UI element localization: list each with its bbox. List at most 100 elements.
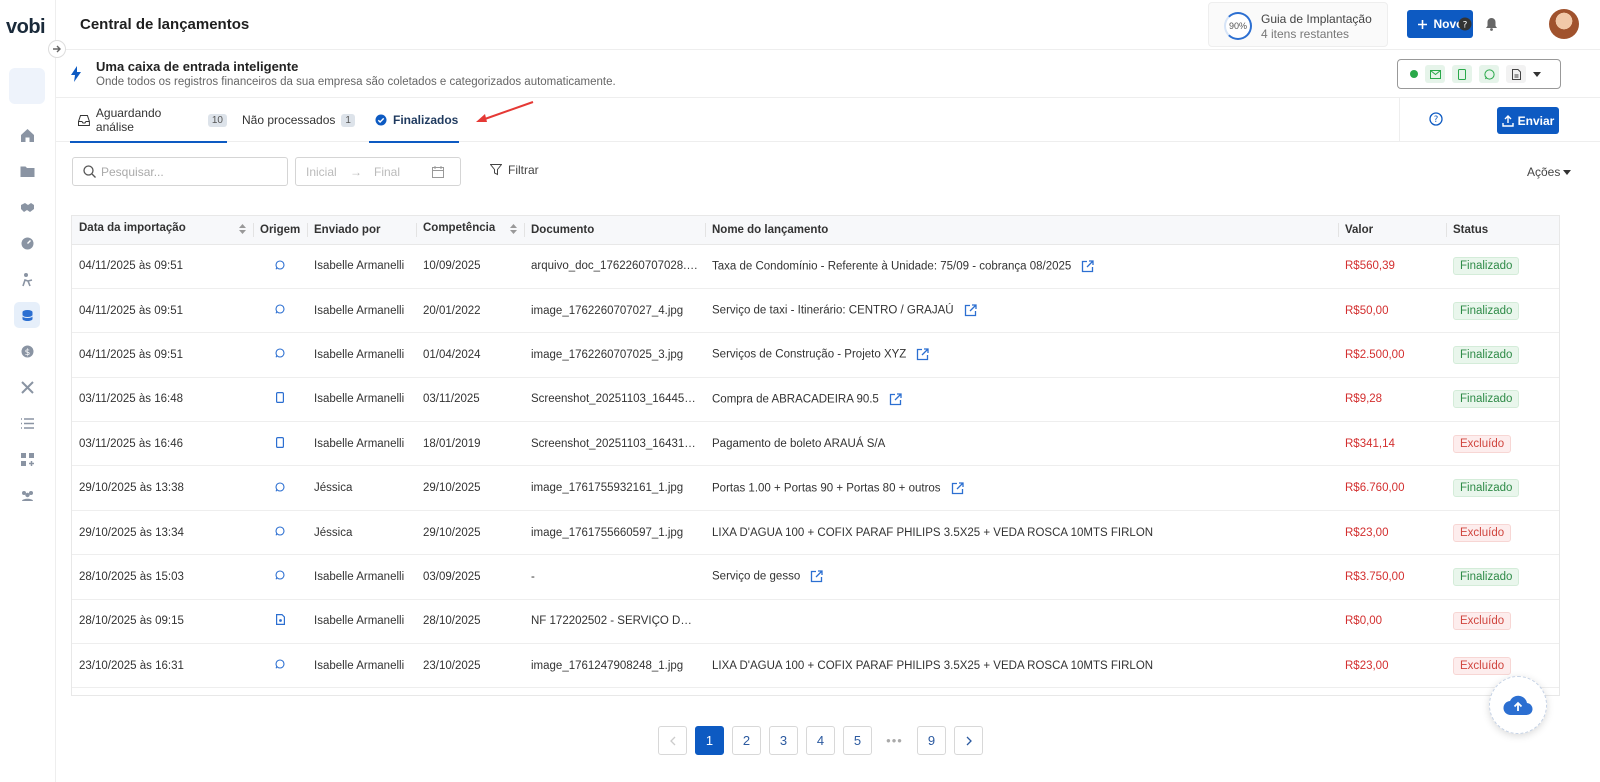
tab-finalized[interactable]: Finalizados — [369, 98, 459, 143]
svg-text:$: $ — [24, 348, 30, 358]
cell-document[interactable]: image_1761755932161_1.jpg — [524, 465, 705, 511]
status-dot — [1410, 70, 1418, 78]
actions-dropdown[interactable]: Ações — [1527, 165, 1572, 179]
external-link-icon[interactable] — [964, 304, 977, 317]
email-icon[interactable] — [1425, 65, 1445, 83]
upload-fab[interactable] — [1489, 676, 1547, 734]
cell-document[interactable]: Screenshot_20251103_164312.jpg — [524, 421, 705, 467]
cell-document[interactable]: image_1762260707025_3.jpg — [524, 332, 705, 378]
question-circle-icon[interactable]: ? — [1429, 112, 1443, 126]
column-header-value: Valor — [1338, 216, 1446, 245]
table-row[interactable]: 23/10/2025 às 16:31 Isabelle Armanelli 23/… — [72, 643, 1559, 689]
page-button[interactable]: 4 — [806, 726, 835, 755]
external-link-icon[interactable] — [916, 348, 929, 361]
cell-document[interactable]: NF 172202502 - SERVIÇO DE GESSO — [524, 599, 705, 645]
external-link-icon[interactable] — [1081, 260, 1094, 273]
table-row[interactable]: 29/10/2025 às 13:34 Jéssica 29/10/2025 imag… — [72, 510, 1559, 556]
mobile-icon — [276, 436, 285, 448]
sidebar-item-coins[interactable] — [14, 302, 40, 328]
table-row[interactable]: 28/10/2025 às 15:03 Isabelle Armanelli 03/… — [72, 554, 1559, 600]
list-icon — [20, 417, 34, 429]
entry-name: LIXA D'AGUA 100 + COFIX PARAF PHILIPS 3.… — [712, 659, 1154, 672]
table-row[interactable]: 03/11/2025 às 16:46 Isabelle Armanelli 18/… — [72, 421, 1559, 467]
cell-document[interactable]: arquivo_doc_1762260707028.pdf — [524, 244, 705, 289]
cell-status: Finalizado — [1446, 554, 1559, 600]
cell-document[interactable]: image_1761755660597_1.jpg — [524, 510, 705, 556]
table-row[interactable]: 28/10/2025 às 09:15 Isabelle Armanelli 28/… — [72, 599, 1559, 645]
entry-name: Portas 1.00 + Portas 90 + Portas 80 + ou… — [712, 482, 941, 495]
cell-document[interactable]: - — [524, 554, 705, 600]
send-button[interactable]: Enviar — [1497, 107, 1559, 134]
cell-competence: 20/01/2022 — [416, 288, 524, 334]
whatsapp-icon[interactable] — [1479, 65, 1499, 83]
page-button[interactable]: 1 — [695, 726, 724, 755]
bell-icon[interactable] — [1482, 15, 1500, 33]
user-avatar[interactable] — [1549, 9, 1579, 39]
cell-status: Finalizado — [1446, 244, 1559, 289]
sidebar-item-dollar[interactable]: $ — [14, 338, 40, 364]
sidebar-item-apps[interactable] — [14, 446, 40, 472]
tab-awaiting-review[interactable]: Aguardando análise 10 — [70, 98, 227, 143]
help-icon[interactable]: ? — [1456, 15, 1474, 33]
cell-origin — [253, 244, 307, 289]
tab-label: Aguardando análise — [95, 106, 162, 134]
table-row[interactable]: 29/10/2025 às 13:38 Jéssica 29/10/2025 imag… — [72, 465, 1559, 511]
cell-origin — [253, 288, 307, 334]
cell-document[interactable]: image_1761247908248_1.jpg — [524, 643, 705, 689]
document-icon[interactable] — [1506, 65, 1526, 83]
search-box[interactable] — [72, 157, 288, 186]
external-link-icon[interactable] — [810, 570, 823, 583]
company-avatar[interactable] — [9, 68, 45, 104]
cell-sender: Jéssica — [307, 465, 416, 511]
page-button[interactable]: 2 — [732, 726, 761, 755]
sort-icon[interactable] — [239, 224, 246, 237]
next-page-button[interactable] — [954, 726, 983, 755]
external-link-icon[interactable] — [951, 481, 964, 495]
cell-sender: Isabelle Armanelli — [307, 332, 416, 378]
external-link-icon[interactable] — [889, 393, 902, 406]
whatsapp-icon — [275, 304, 285, 314]
cell-document[interactable]: Screenshot_20251103_164455.jpg — [524, 377, 705, 423]
page-button[interactable]: 9 — [917, 726, 946, 755]
sidebar-item-worker[interactable] — [14, 266, 40, 292]
sidebar-item-home[interactable] — [14, 122, 40, 148]
page-title: Central de lançamentos — [80, 16, 250, 33]
tab-not-processed[interactable]: Não processados 1 — [242, 98, 355, 142]
mobile-icon[interactable] — [1452, 65, 1472, 83]
table-row[interactable]: 04/11/2025 às 09:51 Isabelle Armanelli 20/… — [72, 288, 1559, 334]
sidebar-collapse-button[interactable] — [48, 40, 66, 58]
table-row[interactable]: 03/11/2025 às 16:48 Isabelle Armanelli 03/… — [72, 377, 1559, 423]
sort-icon[interactable] — [510, 224, 517, 237]
app-logo[interactable]: vobi — [6, 16, 46, 39]
entry-name: Serviços de Construção - Projeto XYZ — [712, 349, 907, 361]
cell-status: Excluído — [1446, 599, 1559, 645]
table-row[interactable]: 04/11/2025 às 09:51 Isabelle Armanelli 01/… — [72, 332, 1559, 378]
page-button[interactable]: 3 — [769, 726, 798, 755]
sidebar-item-tools[interactable] — [14, 374, 40, 400]
prev-page-button[interactable] — [658, 726, 687, 755]
pagination-ellipsis[interactable]: ••• — [880, 726, 909, 755]
date-end-input[interactable]: Final — [374, 165, 418, 179]
cell-value: R$2.500,00 — [1338, 332, 1446, 378]
tab-label: Finalizados — [393, 113, 459, 127]
date-range-picker[interactable]: Inicial → Final — [295, 157, 461, 186]
filter-button[interactable]: Filtrar — [490, 163, 539, 177]
cell-document[interactable]: image_1762260707027_4.jpg — [524, 288, 705, 334]
cell-import-date: 28/10/2025 às 09:15 — [72, 599, 253, 645]
banner-title: Uma caixa de entrada inteligente — [96, 59, 299, 74]
column-header-import-date[interactable]: Data da importação — [72, 216, 253, 245]
sidebar-item-handshake[interactable] — [14, 194, 40, 220]
send-button-label: Enviar — [1517, 113, 1555, 128]
column-header-competence[interactable]: Competência — [416, 216, 524, 245]
sidebar-item-folder[interactable] — [14, 158, 40, 184]
search-input[interactable] — [101, 164, 281, 179]
sidebar-item-team[interactable] — [14, 482, 40, 508]
entries-table: Data da importação Origem Enviado por Co… — [71, 215, 1560, 696]
sidebar-item-dashboard[interactable] — [14, 230, 40, 256]
channel-selector[interactable] — [1397, 59, 1561, 89]
table-row[interactable]: 04/11/2025 às 09:51 Isabelle Armanelli 10/… — [72, 244, 1559, 289]
date-start-input[interactable]: Inicial — [306, 165, 350, 179]
page-button[interactable]: 5 — [843, 726, 872, 755]
sidebar-item-list[interactable] — [14, 410, 40, 436]
implementation-guide[interactable]: 90% Guia de Implantação 4 itens restante… — [1208, 2, 1388, 47]
